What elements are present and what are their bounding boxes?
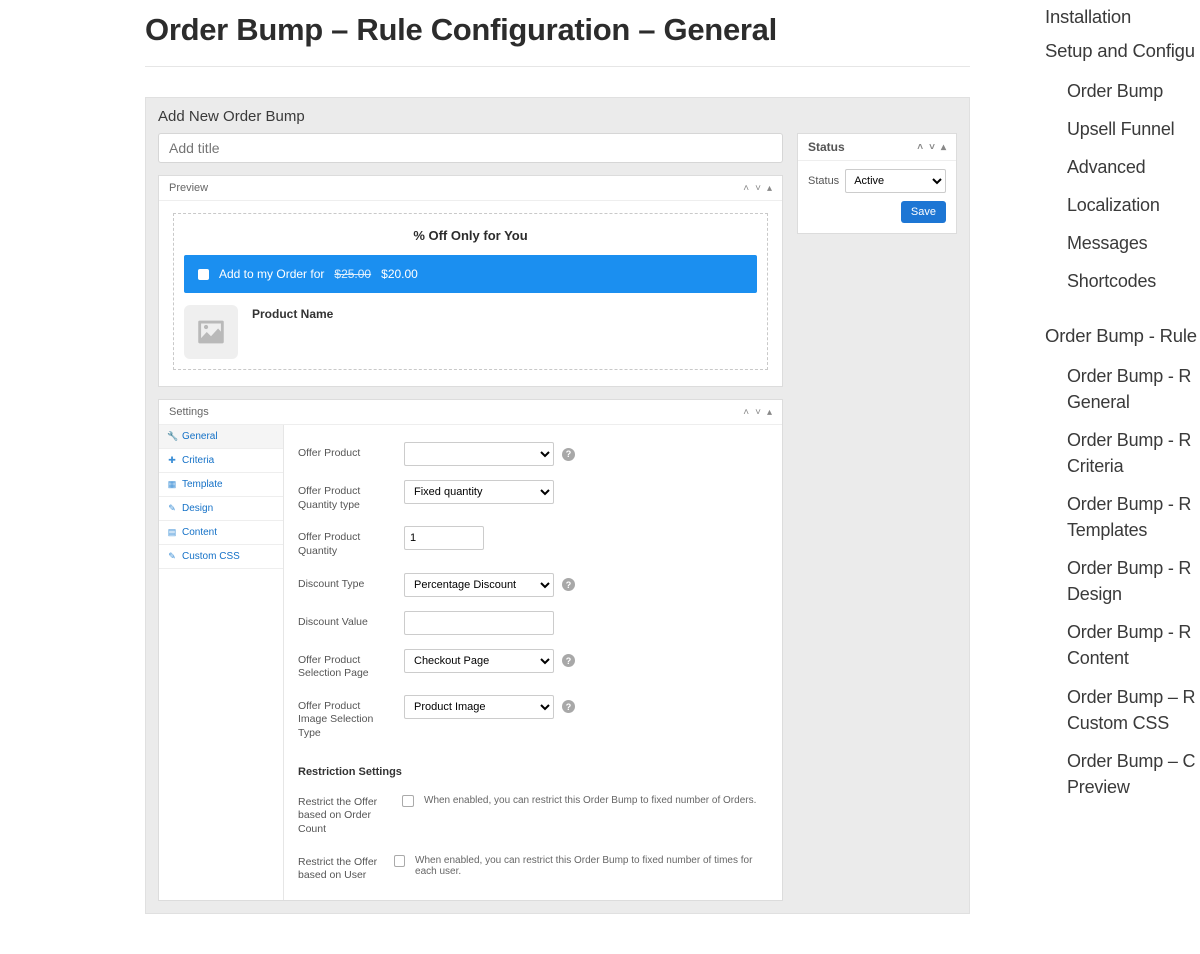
sidebar-subitem[interactable]: Localization [1067,186,1200,224]
chevron-up-icon[interactable]: ˄ [743,183,749,194]
doc-sidebar: Installation Setup and Configu Order Bum… [970,0,1200,954]
sidebar-subitem[interactable]: Shortcodes [1067,262,1200,300]
sidebar-subitem[interactable]: Order Bump - R Criteria [1067,421,1200,485]
product-name: Product Name [252,305,333,321]
restrict-order-count-label: Restrict the Offer based on Order Count [298,791,392,837]
settings-form: Offer Product ? Offer Product Quantity t… [284,425,782,900]
discount-value-input[interactable] [404,611,554,635]
code-icon: ✎ [167,551,177,562]
caret-up-icon[interactable]: ▴ [941,142,946,153]
chevron-down-icon[interactable]: ˅ [929,142,935,153]
sidebar-subitem[interactable]: Order Bump - R Content [1067,613,1200,677]
offer-prefix: Add to my Order for [219,267,324,281]
tab-custom-css[interactable]: ✎Custom CSS [159,545,283,569]
sidebar-subitem[interactable]: Order Bump – C Preview [1067,742,1200,806]
title-input[interactable] [158,133,783,163]
image-type-label: Offer Product Image Selection Type [298,695,392,741]
settings-vertical-tabs: 🔧General ✚Criteria ▦Template ✎Design ▤Co… [159,425,284,900]
help-icon[interactable]: ? [562,448,575,461]
status-label: Status [808,175,839,187]
template-icon: ▦ [167,479,177,490]
settings-header: Settings [169,406,209,418]
image-type-select[interactable]: Product Image [404,695,554,719]
pencil-icon: ✎ [167,503,177,514]
preview-header: Preview [169,182,208,194]
content-icon: ▤ [167,527,177,538]
selection-page-select[interactable]: Checkout Page [404,649,554,673]
restrict-user-checkbox[interactable] [394,855,405,867]
chevron-up-icon[interactable]: ˄ [743,407,749,418]
tab-general[interactable]: 🔧General [159,425,283,449]
restrict-order-count-checkbox[interactable] [402,795,414,807]
chevron-down-icon[interactable]: ˅ [755,183,761,194]
offer-checkbox-icon[interactable] [198,269,209,280]
preview-metabox: Preview ˄ ˅ ▴ % Off Only for You [158,175,783,387]
tab-design[interactable]: ✎Design [159,497,283,521]
qty-type-select[interactable]: Fixed quantity [404,480,554,504]
sidebar-subitem[interactable]: Order Bump – R Custom CSS [1067,678,1200,742]
caret-up-icon[interactable]: ▴ [767,407,772,418]
restrict-user-hint: When enabled, you can restrict this Orde… [415,851,768,877]
help-icon[interactable]: ? [562,654,575,667]
admin-canvas: Add New Order Bump Preview ˄ ˅ [145,97,970,914]
restrict-order-count-hint: When enabled, you can restrict this Orde… [424,791,756,806]
help-icon[interactable]: ? [562,700,575,713]
sidebar-subitem[interactable]: Advanced [1067,148,1200,186]
sidebar-item-rule[interactable]: Order Bump - Rule [1045,319,1200,353]
selection-page-label: Offer Product Selection Page [298,649,392,681]
sidebar-item-installation[interactable]: Installation [1045,0,1200,34]
sidebar-subitem[interactable]: Order Bump - R Templates [1067,485,1200,549]
tab-template[interactable]: ▦Template [159,473,283,497]
status-header: Status [808,140,845,154]
offer-old-price: $25.00 [334,267,371,281]
sidebar-subitem[interactable]: Upsell Funnel [1067,110,1200,148]
status-select[interactable]: Active [845,169,946,193]
tab-content[interactable]: ▤Content [159,521,283,545]
help-icon[interactable]: ? [562,578,575,591]
sidebar-subitem[interactable]: Messages [1067,224,1200,262]
image-placeholder-icon [194,315,228,349]
discount-type-select[interactable]: Percentage Discount [404,573,554,597]
offer-new-price: $20.00 [381,267,418,281]
qty-type-label: Offer Product Quantity type [298,480,392,512]
caret-up-icon[interactable]: ▴ [767,183,772,194]
discount-value-label: Discount Value [298,611,392,630]
product-thumbnail [184,305,238,359]
plus-icon: ✚ [167,455,177,466]
qty-input[interactable] [404,526,484,550]
page-title: Order Bump – Rule Configuration – Genera… [145,0,970,67]
preview-headline: % Off Only for You [184,224,757,255]
offer-bar[interactable]: Add to my Order for $25.00 $20.00 [184,255,757,293]
settings-metabox: Settings ˄ ˅ ▴ 🔧General ✚Cri [158,399,783,901]
sidebar-item-setup[interactable]: Setup and Configu [1045,34,1200,68]
tab-criteria[interactable]: ✚Criteria [159,449,283,473]
chevron-down-icon[interactable]: ˅ [755,407,761,418]
offer-product-label: Offer Product [298,442,392,461]
discount-type-label: Discount Type [298,573,392,592]
sidebar-subitem[interactable]: Order Bump - R General [1067,357,1200,421]
save-button[interactable]: Save [901,201,946,223]
sidebar-subitem[interactable]: Order Bump - R Design [1067,549,1200,613]
offer-product-select[interactable] [404,442,554,466]
restrict-user-label: Restrict the Offer based on User [298,851,384,883]
restriction-heading: Restriction Settings [298,766,768,778]
sidebar-subitem[interactable]: Order Bump [1067,72,1200,110]
chevron-up-icon[interactable]: ˄ [917,142,923,153]
status-metabox: Status ˄ ˅ ▴ Status Active [797,133,957,234]
admin-heading: Add New Order Bump [146,98,969,133]
wrench-icon: 🔧 [167,431,177,442]
qty-label: Offer Product Quantity [298,526,392,558]
